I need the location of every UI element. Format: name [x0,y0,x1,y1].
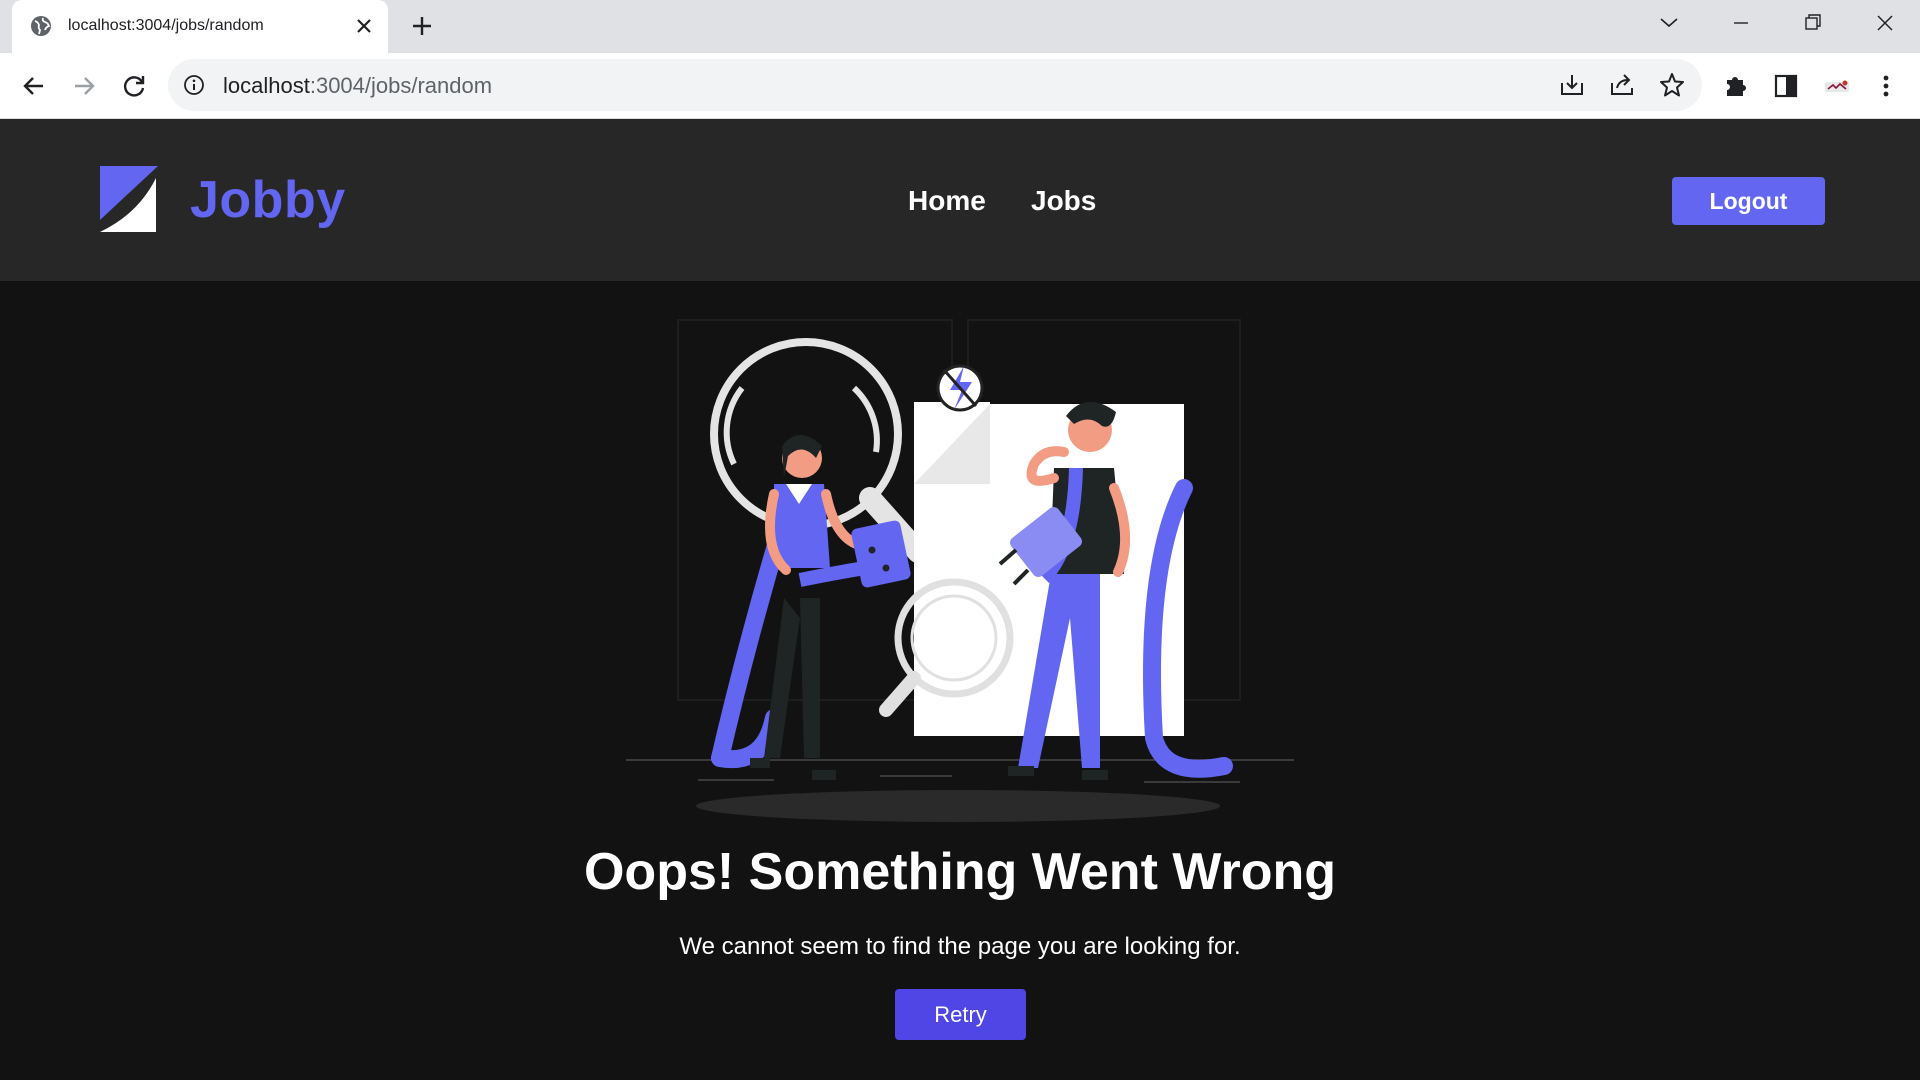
url-path: :3004/jobs/random [309,73,493,98]
url-host: localhost [223,73,310,98]
url-text[interactable]: localhost:3004/jobs/random [223,73,492,99]
error-title: Oops! Something Went Wrong [583,843,1337,901]
error-description: We cannot seem to find the page you are … [679,933,1241,960]
logout-button[interactable]: Logout [1672,177,1825,225]
app-header: Jobby Home Jobs Logout [0,119,1920,281]
side-panel-icon[interactable] [1770,70,1802,102]
browser-toolbar: localhost:3004/jobs/random [0,53,1920,119]
browser-tabstrip: localhost:3004/jobs/random [0,0,1920,53]
window-close-icon[interactable] [1862,8,1908,38]
jobby-logo-icon[interactable] [98,164,158,232]
profile-avatar[interactable] [1821,70,1853,102]
browser-tab-active[interactable]: localhost:3004/jobs/random [12,0,388,53]
puzzle-icon[interactable] [1720,70,1752,102]
star-icon[interactable] [1658,71,1686,99]
info-icon[interactable] [183,74,205,96]
globe-icon [30,15,52,37]
close-icon[interactable] [350,12,378,40]
restore-icon[interactable] [1789,8,1835,38]
share-icon[interactable] [1608,71,1636,99]
chevron-down-icon[interactable] [1646,8,1692,38]
plus-icon[interactable] [408,12,436,40]
tab-title: localhost:3004/jobs/random [68,17,264,34]
logo-text[interactable]: Jobby [190,170,346,230]
nav-link-home[interactable]: Home [908,185,986,217]
nav-link-jobs[interactable]: Jobs [1031,185,1096,217]
arrow-left-icon[interactable] [18,70,50,102]
kebab-menu-icon[interactable] [1870,70,1902,102]
error-illustration [624,318,1296,824]
retry-button[interactable]: Retry [895,989,1026,1040]
download-icon[interactable] [1558,71,1586,99]
arrow-right-icon[interactable] [68,70,100,102]
minimize-icon[interactable] [1718,8,1764,38]
reload-icon[interactable] [118,70,150,102]
address-bar[interactable]: localhost:3004/jobs/random [168,59,1702,111]
